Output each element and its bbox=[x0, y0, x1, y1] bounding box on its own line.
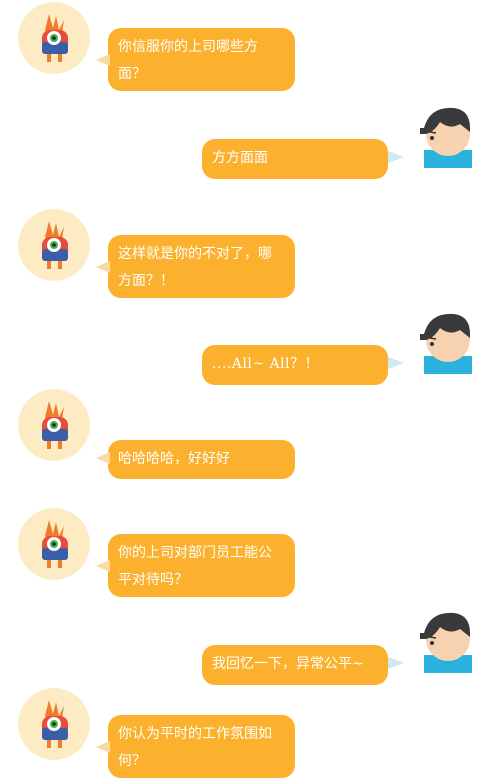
boy-avatar-icon[interactable] bbox=[410, 308, 482, 380]
message-text: 你认为平时的工作氛围如何？ bbox=[118, 726, 272, 769]
message-text: 这样就是你的不对了，哪方面？！ bbox=[118, 246, 272, 289]
message-text: 方方面面 bbox=[212, 150, 268, 166]
message-text: 你信服你的上司哪些方面？ bbox=[118, 39, 258, 82]
message-bubble: ....All~ All？！ bbox=[202, 345, 404, 385]
monster-avatar-icon[interactable] bbox=[18, 389, 90, 461]
message-text: 我回忆一下，异常公平~ bbox=[212, 656, 364, 672]
monster-avatar-icon[interactable] bbox=[18, 688, 90, 760]
message-bubble: 哈哈哈哈，好好好 bbox=[96, 440, 295, 479]
message-bubble: 这样就是你的不对了，哪方面？！ bbox=[96, 235, 295, 298]
message-text: ....All~ All？！ bbox=[212, 356, 320, 372]
message-bubble: 你认为平时的工作氛围如何？ bbox=[96, 715, 295, 778]
boy-avatar-icon[interactable] bbox=[410, 102, 482, 174]
message-bubble: 你的上司对部门员工能公平对待吗？ bbox=[96, 534, 295, 597]
monster-avatar-icon[interactable] bbox=[18, 209, 90, 281]
message-text: 哈哈哈哈，好好好 bbox=[118, 451, 230, 467]
boy-avatar-icon[interactable] bbox=[410, 607, 482, 679]
message-bubble: 我回忆一下，异常公平~ bbox=[202, 645, 404, 685]
monster-avatar-icon[interactable] bbox=[18, 508, 90, 580]
message-bubble: 你信服你的上司哪些方面？ bbox=[96, 28, 295, 91]
monster-avatar-icon[interactable] bbox=[18, 2, 90, 74]
message-bubble: 方方面面 bbox=[202, 139, 404, 179]
message-text: 你的上司对部门员工能公平对待吗？ bbox=[118, 545, 272, 588]
